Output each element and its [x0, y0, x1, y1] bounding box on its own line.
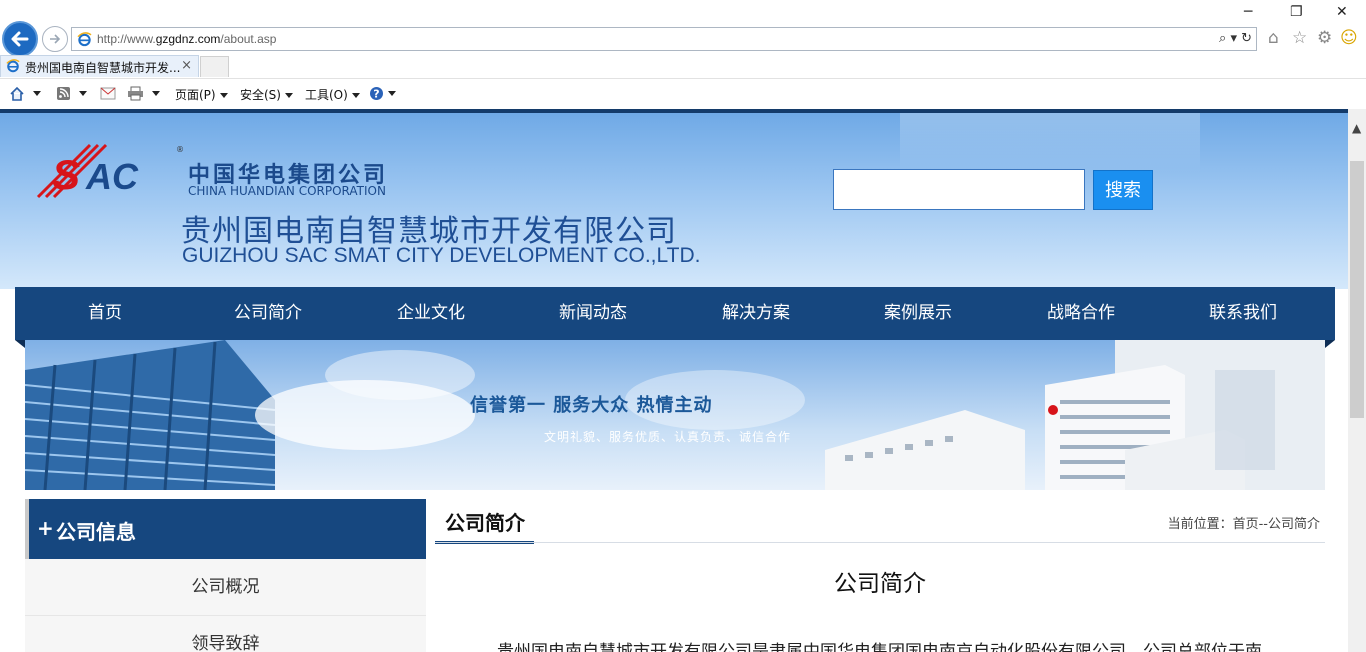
- banner-building-left: [25, 340, 275, 490]
- nav-item-solutions[interactable]: 解决方案: [675, 287, 837, 340]
- close-window-button[interactable]: ✕: [1336, 4, 1348, 20]
- url-path: /about.asp: [220, 32, 277, 46]
- minimize-button[interactable]: ─: [1244, 4, 1252, 20]
- back-arrow-icon: [11, 31, 29, 47]
- header-sky-decoration: [900, 113, 1200, 173]
- browser-chrome: http://www.gzgdnz.com/about.asp ⌕ ▾ ↻ ─ …: [0, 0, 1366, 109]
- help-menu[interactable]: ?: [369, 86, 396, 101]
- site-header: S AC ® 中国华电集团公司 CHINA HUANDIAN CORPORATI…: [0, 113, 1348, 289]
- feeds-menu-button[interactable]: [56, 86, 87, 101]
- banner-slogan: 信誉第一 服务大众 热情主动: [470, 395, 713, 416]
- nav-item-cases[interactable]: 案例展示: [837, 287, 999, 340]
- vertical-scrollbar[interactable]: ▲: [1348, 109, 1366, 652]
- forward-button[interactable]: [42, 26, 68, 52]
- url-text[interactable]: http://www.gzgdnz.com/about.asp: [97, 32, 276, 46]
- nav-item-about[interactable]: 公司简介: [187, 287, 349, 340]
- url-prefix: http://www.: [97, 32, 156, 46]
- banner-cloud: [325, 350, 475, 400]
- nav-fold-left: [15, 340, 25, 348]
- page-menu[interactable]: 页面(P): [175, 86, 228, 103]
- nav-item-partners[interactable]: 战略合作: [1000, 287, 1162, 340]
- tab-close-icon[interactable]: ×: [181, 58, 192, 73]
- banner-sub-slogan: 文明礼貌、服务优质、认真负责、诚信合作: [544, 430, 792, 444]
- ie-tab-icon: [6, 59, 20, 73]
- svg-text:?: ?: [373, 88, 379, 101]
- safety-menu[interactable]: 安全(S): [240, 86, 293, 103]
- restore-button[interactable]: ❐: [1290, 4, 1303, 20]
- home-menu-button[interactable]: [9, 86, 41, 101]
- help-icon: ?: [370, 87, 383, 101]
- printer-icon: [128, 86, 143, 101]
- content-section-title: 公司简介: [435, 506, 534, 544]
- registered-mark: ®: [176, 145, 184, 154]
- settings-gear-icon[interactable]: ⚙: [1317, 28, 1332, 48]
- page-viewport: S AC ® 中国华电集团公司 CHINA HUANDIAN CORPORATI…: [0, 109, 1348, 652]
- window-controls: ─ ❐ ✕: [1240, 4, 1360, 24]
- mail-icon: [100, 87, 116, 100]
- browser-tab-active[interactable]: 贵州国电南自智慧城市开发... ×: [0, 55, 199, 77]
- address-tools[interactable]: ⌕ ▾ ↻: [1219, 31, 1252, 46]
- sac-logo[interactable]: S AC: [34, 141, 182, 201]
- smiley-feedback-icon[interactable]: ☺: [1340, 28, 1358, 48]
- tools-menu[interactable]: 工具(O): [305, 86, 360, 103]
- new-tab-button[interactable]: [200, 56, 229, 77]
- sidebar-plus-icon: +: [37, 516, 54, 540]
- nav-item-news[interactable]: 新闻动态: [512, 287, 674, 340]
- company-name-en: GUIZHOU SAC SMAT CITY DEVELOPMENT CO.,LT…: [182, 244, 701, 267]
- article-body-first-line: 贵州国电南自慧城市开发有限公司是隶属中国华电集团国电南京自动化股份有限公司，公司…: [497, 642, 1262, 652]
- print-menu-button[interactable]: [127, 86, 160, 101]
- url-domain: gzgdnz.com: [155, 32, 221, 46]
- ie-page-icon: [77, 32, 92, 47]
- site-search-input[interactable]: [833, 169, 1085, 210]
- hero-banner: 信誉第一 服务大众 热情主动 文明礼貌、服务优质、认真负责、诚信合作: [25, 340, 1325, 490]
- content-divider: [435, 542, 1325, 543]
- page-menu-label: 页面(P): [175, 88, 216, 102]
- home-icon[interactable]: ⌂: [1268, 28, 1279, 48]
- nav-item-culture[interactable]: 企业文化: [350, 287, 512, 340]
- sidebar-item-overview[interactable]: 公司概况: [25, 559, 426, 616]
- svg-text:S: S: [52, 151, 80, 198]
- svg-text:AC: AC: [85, 156, 139, 197]
- breadcrumb: 当前位置：首页--公司简介: [1167, 517, 1320, 532]
- safety-menu-label: 安全(S): [240, 88, 281, 102]
- sidebar-item-leader-speech[interactable]: 领导致辞: [25, 616, 426, 652]
- command-bar: 页面(P) 安全(S) 工具(O) ?: [0, 78, 1366, 109]
- scroll-up-arrow-icon[interactable]: ▲: [1352, 121, 1361, 135]
- tab-title: 贵州国电南自智慧城市开发...: [25, 61, 181, 75]
- banner-buildings-right: [825, 340, 1325, 490]
- parent-corp-name-en: CHINA HUANDIAN CORPORATION: [188, 184, 386, 198]
- scroll-thumb[interactable]: [1350, 161, 1364, 418]
- favorites-star-icon[interactable]: ☆: [1292, 28, 1307, 48]
- back-button[interactable]: [2, 21, 38, 57]
- site-search-button[interactable]: 搜索: [1093, 170, 1153, 210]
- rss-feed-icon: [57, 87, 70, 100]
- read-mail-button[interactable]: [100, 86, 116, 100]
- sidebar-header: + 公司信息: [25, 499, 426, 559]
- address-bar[interactable]: http://www.gzgdnz.com/about.asp ⌕ ▾ ↻: [71, 27, 1257, 51]
- sidebar-title: 公司信息: [56, 520, 136, 544]
- home-cmd-icon: [10, 86, 24, 101]
- tools-menu-label: 工具(O): [305, 88, 348, 102]
- nav-fold-right: [1325, 340, 1335, 348]
- article-title: 公司简介: [834, 571, 926, 597]
- nav-item-home[interactable]: 首页: [24, 287, 186, 340]
- main-nav: 首页 公司简介 企业文化 新闻动态 解决方案 案例展示 战略合作 联系我们: [15, 287, 1335, 340]
- nav-item-contact[interactable]: 联系我们: [1162, 287, 1324, 340]
- forward-arrow-icon: [50, 34, 61, 44]
- browser-right-icons: ⌂ ☆ ⚙ ☺: [1266, 28, 1366, 50]
